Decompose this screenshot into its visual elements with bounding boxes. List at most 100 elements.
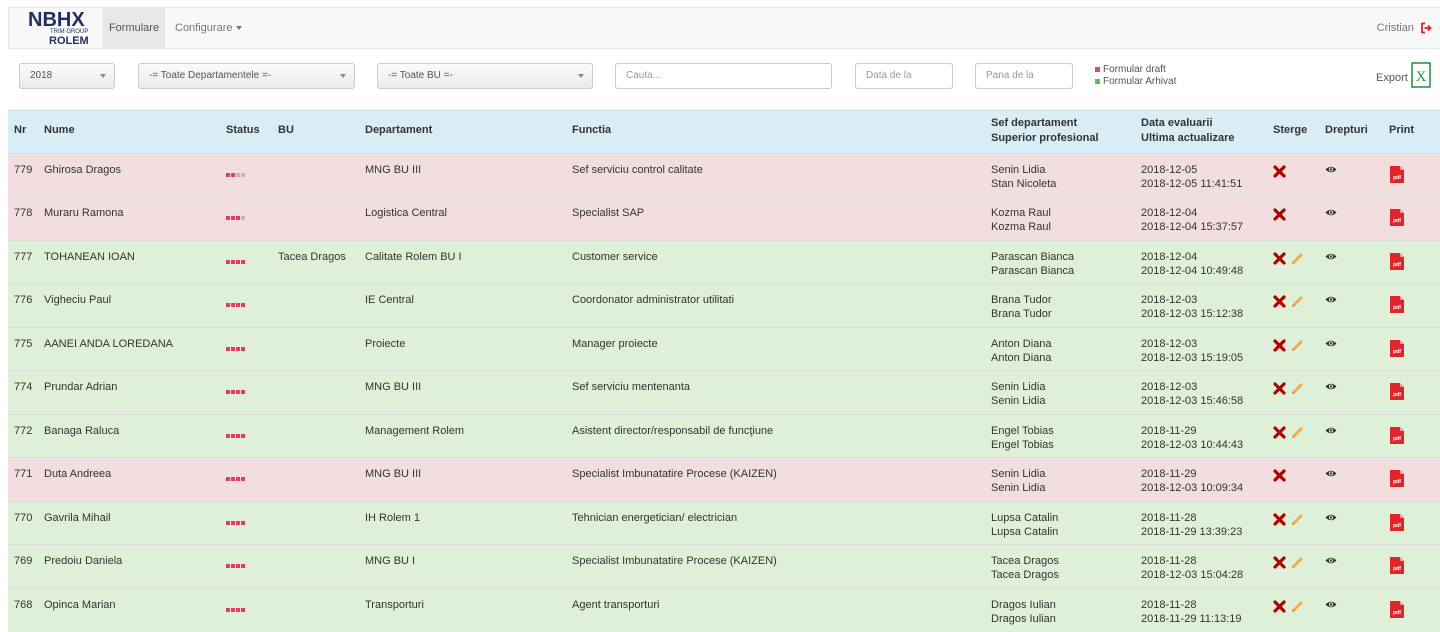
pdf-icon[interactable]: pdf bbox=[1389, 556, 1405, 579]
status-dot bbox=[241, 346, 245, 351]
nav-formulare[interactable]: Formulare bbox=[103, 8, 165, 48]
chevron-down-icon bbox=[578, 74, 584, 78]
nav-configurare-dropdown[interactable]: Configurare bbox=[175, 8, 243, 48]
evaluation-date: 2018-12-03 bbox=[1141, 381, 1198, 393]
cell-function: Sef serviciu mentenanta bbox=[566, 370, 985, 414]
cell-nr: 779 bbox=[8, 152, 38, 197]
eye-icon[interactable] bbox=[1325, 294, 1337, 308]
brand-logo[interactable]: NBHX TRIM GROUP ROLEM bbox=[19, 8, 99, 49]
pdf-icon[interactable]: pdf bbox=[1389, 208, 1405, 231]
col-status[interactable]: Status bbox=[220, 109, 272, 153]
superior-profesional: Senin Lidia bbox=[991, 482, 1046, 494]
eye-icon[interactable] bbox=[1325, 512, 1337, 526]
eye-icon[interactable] bbox=[1325, 599, 1337, 613]
delete-icon[interactable] bbox=[1273, 251, 1286, 269]
col-rights: Drepturi bbox=[1319, 109, 1383, 153]
eye-icon[interactable] bbox=[1325, 468, 1337, 482]
delete-icon[interactable] bbox=[1273, 382, 1286, 399]
pdf-icon[interactable]: pdf bbox=[1389, 600, 1405, 623]
cell-date: 2018-12-03 2018-12-03 15:46:58 bbox=[1135, 370, 1267, 414]
eye-icon[interactable] bbox=[1325, 555, 1337, 569]
cell-rights bbox=[1319, 587, 1383, 632]
pdf-icon[interactable]: pdf bbox=[1389, 252, 1405, 275]
pdf-icon[interactable]: pdf bbox=[1389, 426, 1405, 449]
eye-icon[interactable] bbox=[1325, 425, 1337, 439]
cell-print: pdf bbox=[1383, 587, 1440, 632]
delete-icon[interactable] bbox=[1273, 208, 1286, 225]
cell-department: MNG BU I bbox=[359, 544, 566, 588]
evaluation-date: 2018-12-03 bbox=[1141, 294, 1198, 306]
delete-icon[interactable] bbox=[1273, 338, 1286, 356]
evaluation-date: 2018-11-28 bbox=[1141, 555, 1197, 567]
edit-pencil-icon[interactable] bbox=[1289, 599, 1305, 619]
col-sef-line1: Sef departament bbox=[991, 116, 1078, 129]
eye-icon[interactable] bbox=[1325, 338, 1337, 352]
delete-icon[interactable] bbox=[1273, 556, 1286, 573]
pdf-icon[interactable]: pdf bbox=[1389, 382, 1405, 405]
eye-icon[interactable] bbox=[1325, 207, 1337, 221]
department-select[interactable]: -= Toate Departamentele =- bbox=[138, 63, 355, 89]
status-dot bbox=[241, 172, 245, 177]
status-dot bbox=[236, 433, 240, 438]
status-dot bbox=[241, 259, 245, 264]
eye-icon[interactable] bbox=[1325, 164, 1337, 178]
last-updated: 2018-12-04 10:49:48 bbox=[1141, 264, 1244, 277]
cell-function: Specialist SAP bbox=[566, 196, 985, 240]
edit-pencil-icon[interactable] bbox=[1289, 555, 1305, 575]
date-to-input[interactable]: Pana de la bbox=[975, 63, 1073, 89]
delete-icon[interactable] bbox=[1273, 164, 1286, 182]
search-input[interactable]: Cauta... bbox=[615, 63, 832, 89]
pdf-icon[interactable]: pdf bbox=[1389, 295, 1405, 318]
pdf-icon[interactable]: pdf bbox=[1389, 165, 1405, 188]
delete-icon[interactable] bbox=[1273, 425, 1286, 443]
sef-departament: Senin Lidia bbox=[991, 163, 1046, 176]
cell-date: 2018-11-28 2018-11-29 11:13:19 bbox=[1135, 587, 1267, 632]
superior-profesional: Anton Diana bbox=[991, 351, 1052, 364]
col-date[interactable]: Data evaluarii Ultima actualizare bbox=[1135, 109, 1267, 153]
edit-pencil-icon[interactable] bbox=[1289, 381, 1305, 401]
eye-icon[interactable] bbox=[1325, 251, 1337, 265]
delete-icon[interactable] bbox=[1273, 512, 1286, 530]
edit-pencil-icon[interactable] bbox=[1289, 251, 1305, 271]
col-department[interactable]: Departament bbox=[359, 109, 566, 153]
eye-icon[interactable] bbox=[1325, 381, 1337, 395]
col-nr[interactable]: Nr bbox=[8, 109, 38, 153]
superior-profesional: Brana Tudor bbox=[991, 308, 1052, 320]
cell-print: pdf bbox=[1383, 457, 1440, 501]
delete-icon[interactable] bbox=[1273, 469, 1286, 486]
edit-pencil-icon[interactable] bbox=[1289, 294, 1305, 314]
col-bu[interactable]: BU bbox=[272, 109, 359, 153]
status-dot bbox=[241, 390, 245, 394]
delete-icon[interactable] bbox=[1273, 599, 1286, 617]
cell-bu bbox=[272, 544, 359, 588]
table-row: 778 Muraru Ramona Logistica Central Special… bbox=[8, 196, 1440, 240]
col-sef[interactable]: Sef departament Superior profesional bbox=[985, 109, 1135, 153]
cell-name: Opinca Marian bbox=[38, 587, 220, 632]
logout-icon[interactable] bbox=[1420, 22, 1432, 34]
edit-pencil-icon[interactable] bbox=[1289, 338, 1305, 358]
pdf-icon[interactable]: pdf bbox=[1389, 339, 1405, 362]
last-updated: 2018-11-29 11:13:19 bbox=[1141, 612, 1242, 625]
cell-print: pdf bbox=[1383, 326, 1440, 371]
col-function[interactable]: Functia bbox=[566, 109, 985, 153]
svg-text:pdf: pdf bbox=[1393, 392, 1401, 398]
status-dot bbox=[226, 520, 230, 525]
evaluation-date: 2018-11-28 bbox=[1141, 598, 1197, 611]
edit-pencil-icon[interactable] bbox=[1289, 512, 1305, 532]
date-from-input[interactable]: Data de la bbox=[855, 63, 953, 89]
edit-pencil-icon[interactable] bbox=[1289, 425, 1305, 445]
legend-archived-label: Formular Arhivat bbox=[1103, 76, 1177, 87]
table-row: 770 Gavrila Mihail IH Rolem 1 Tehnician ene… bbox=[8, 500, 1440, 545]
cell-delete bbox=[1267, 196, 1319, 240]
year-select[interactable]: 2018 bbox=[19, 63, 115, 89]
pdf-icon[interactable]: pdf bbox=[1389, 469, 1405, 492]
status-dot bbox=[231, 520, 235, 525]
status-dot bbox=[236, 172, 240, 177]
cell-nr: 769 bbox=[8, 544, 38, 588]
pdf-icon[interactable]: pdf bbox=[1389, 513, 1405, 536]
nav-configurare-label: Configurare bbox=[175, 22, 233, 34]
delete-icon[interactable] bbox=[1273, 295, 1286, 312]
user-menu[interactable]: Cristian bbox=[1377, 8, 1432, 48]
bu-select[interactable]: -= Toate BU =- bbox=[377, 63, 593, 89]
col-name[interactable]: Nume bbox=[38, 109, 220, 153]
